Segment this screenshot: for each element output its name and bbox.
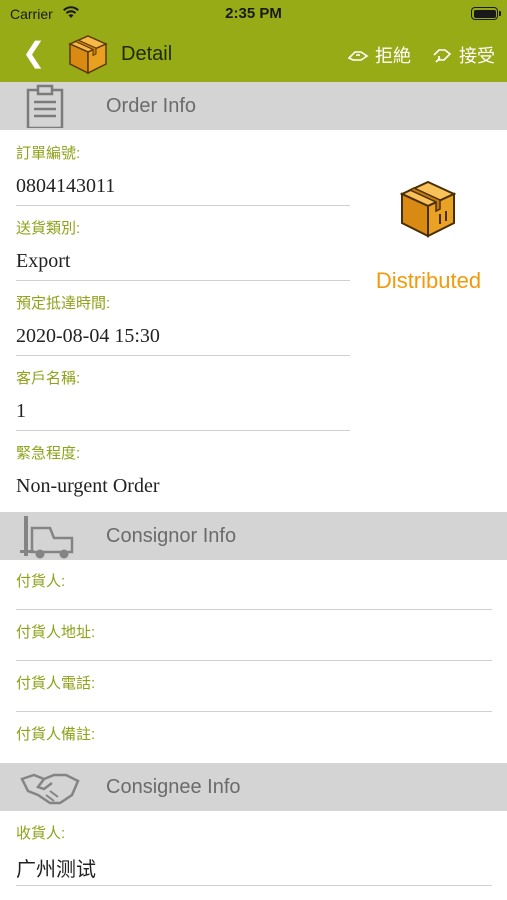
field-label: 緊急程度: <box>16 445 81 462</box>
section-title: Consignor Info <box>106 525 237 547</box>
consignee-field: 收貨人: 广州测试 <box>16 822 96 882</box>
eta-field: 預定抵達時間: 2020-08-04 15:30 <box>16 292 160 348</box>
consignor-phone-field: 付貨人電話: <box>16 672 95 693</box>
divider <box>16 355 350 356</box>
consignor-remark-field: 付貨人備註: <box>16 723 95 744</box>
chevron-left-icon[interactable]: ❮ <box>22 38 45 68</box>
forklift-icon <box>20 516 74 559</box>
field-label: 付貨人地址: <box>16 624 96 641</box>
consignor-address-field: 付貨人地址: <box>16 621 95 642</box>
urgency-field: 緊急程度: Non-urgent Order <box>16 442 159 498</box>
status-bar: Carrier 2:35 PM <box>0 0 507 28</box>
field-label: 訂單編號: <box>16 145 81 162</box>
customer-name-field: 客戶名稱: 1 <box>16 367 80 423</box>
top-bar: Carrier 2:35 PM ❮ Detail 拒絶 接受 <box>0 0 507 82</box>
accept-label: 接受 <box>459 46 495 66</box>
divider <box>16 885 492 886</box>
field-value: 2020-08-04 15:30 <box>16 325 160 347</box>
field-value: 广州测试 <box>16 857 96 881</box>
reject-label: 拒絶 <box>375 46 411 66</box>
divider <box>16 205 350 206</box>
order-status: Distributed <box>350 170 507 300</box>
consignee-info-header: Consignee Info <box>0 763 507 811</box>
handshake-icon <box>20 773 80 805</box>
field-label: 客戶名稱: <box>16 370 81 387</box>
navigation-bar: ❮ Detail 拒絶 接受 <box>0 28 507 82</box>
divider <box>16 660 492 661</box>
page-title: Detail <box>121 43 173 65</box>
field-label: 付貨人備註: <box>16 726 96 743</box>
field-label: 收貨人: <box>16 825 66 842</box>
field-value: 1 <box>16 400 26 422</box>
divider <box>16 609 492 610</box>
accept-icon <box>433 49 452 63</box>
battery-icon <box>471 7 501 20</box>
clock: 2:35 PM <box>225 5 282 22</box>
field-value: Export <box>16 250 71 272</box>
box-icon <box>399 180 457 238</box>
box-icon <box>68 35 108 75</box>
consignor-field: 付貨人: <box>16 570 65 591</box>
reject-button[interactable]: 拒絶 <box>347 42 411 68</box>
field-label: 付貨人電話: <box>16 675 96 692</box>
delivery-type-field: 送貨類別: Export <box>16 217 80 273</box>
order-info-header: Order Info <box>0 82 507 130</box>
status-badge: Distributed <box>375 268 482 293</box>
field-label: 預定抵達時間: <box>16 295 111 312</box>
divider <box>16 711 492 712</box>
section-title: Order Info <box>106 95 197 117</box>
clipboard-icon <box>26 84 64 128</box>
field-label: 付貨人: <box>16 573 66 590</box>
field-value: Non-urgent Order <box>16 475 160 497</box>
consignor-info-header: Consignor Info <box>0 512 507 560</box>
field-label: 送貨類別: <box>16 220 81 237</box>
accept-button[interactable]: 接受 <box>431 42 495 68</box>
reject-icon <box>347 51 369 61</box>
section-title: Consignee Info <box>106 776 241 798</box>
field-value: 0804143011 <box>16 175 116 197</box>
divider <box>16 280 350 281</box>
divider <box>16 430 350 431</box>
order-number-field: 訂單編號: 0804143011 <box>16 142 115 198</box>
